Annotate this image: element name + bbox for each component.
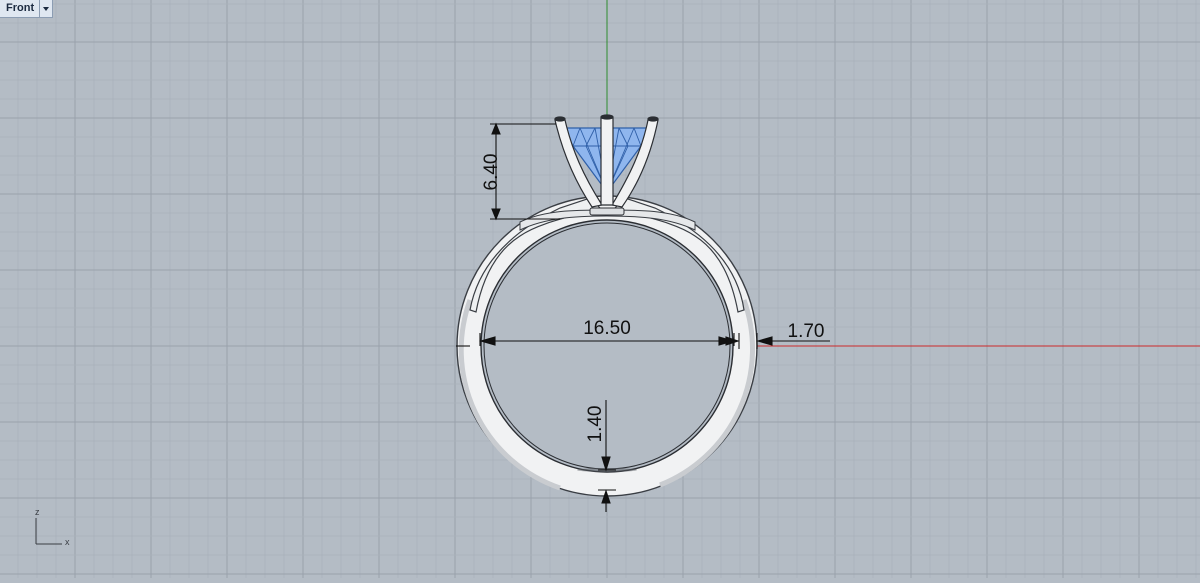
axis-icon: [35, 518, 62, 545]
viewport-canvas[interactable]: 6.40 16.50 1.70 1.40 z x: [0, 0, 1200, 578]
dimension-band-thickness-label: 1.40: [585, 406, 606, 443]
viewport-title[interactable]: Front: [0, 0, 39, 17]
chevron-down-icon[interactable]: [39, 0, 52, 17]
front-viewport[interactable]: 6.40 16.50 1.70 1.40 z x Front: [0, 0, 1200, 578]
ring-band[interactable]: [456, 195, 758, 497]
axis-x-label: x: [65, 537, 70, 547]
dimension-band-width-label: 1.70: [788, 321, 825, 342]
dimension-setting-height-label: 6.40: [481, 154, 502, 191]
axis-z-label: z: [35, 507, 40, 517]
viewport-title-tab[interactable]: Front: [0, 0, 54, 18]
dimension-inner-diameter-label: 16.50: [583, 318, 631, 339]
